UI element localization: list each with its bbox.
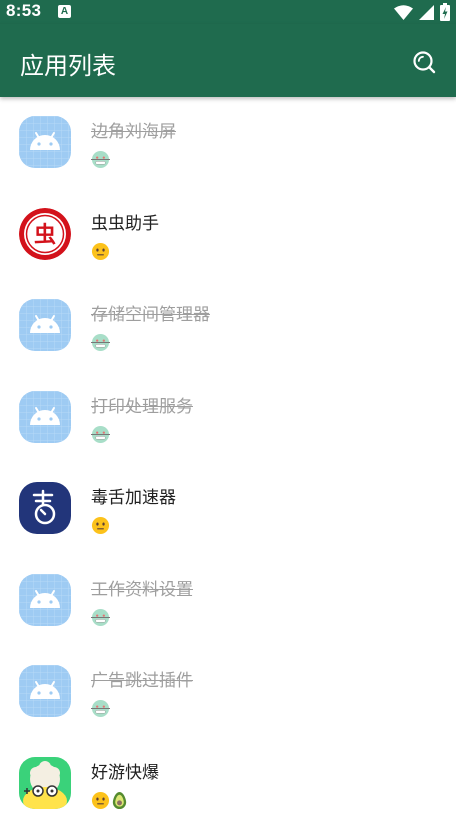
app-list: 边角刘海屏 虫 虫虫助手 存储空间管理器 打印处理服务: [0, 97, 456, 829]
svg-text:虫: 虫: [34, 222, 56, 248]
app-list-item[interactable]: 存储空间管理器: [0, 280, 456, 372]
app-list-item[interactable]: 广告跳过插件: [0, 646, 456, 738]
app-list-item[interactable]: 边角刘海屏: [0, 97, 456, 189]
status-time: 8:53: [6, 1, 41, 21]
disabled-face-icon: [91, 332, 110, 352]
app-name: 广告跳过插件: [91, 666, 193, 691]
chongchong-icon: 虫: [19, 208, 71, 260]
app-name: 存储空间管理器: [91, 300, 210, 325]
app-list-item[interactable]: 毒舌加速器: [0, 463, 456, 555]
app-list-item[interactable]: 工作资料设置: [0, 555, 456, 647]
neutral-face-icon: [91, 241, 110, 261]
neutral-face-avocado-icon: [91, 790, 129, 810]
haoyou-icon: [19, 757, 71, 809]
android-icon: [19, 391, 71, 443]
app-name: 毒舌加速器: [91, 483, 176, 508]
app-name: 工作资料设置: [91, 575, 193, 600]
app-bar: 应用列表: [0, 24, 456, 97]
android-icon: [19, 574, 71, 626]
status-icons: [394, 2, 450, 22]
search-icon: [412, 50, 436, 74]
app-list-item[interactable]: 打印处理服务: [0, 372, 456, 464]
disabled-face-icon: [91, 607, 110, 627]
dushe-icon: [19, 482, 71, 534]
android-icon: [19, 299, 71, 351]
app-list-item[interactable]: 虫 虫虫助手: [0, 189, 456, 281]
battery-charging-icon: [440, 3, 450, 21]
app-name: 打印处理服务: [91, 392, 193, 417]
status-bar: 8:53 A: [0, 0, 456, 24]
disabled-face-icon: [91, 424, 110, 444]
app-name: 虫虫助手: [91, 209, 159, 234]
app-list-item[interactable]: 好游快爆: [0, 738, 456, 829]
a-notification-icon: A: [58, 5, 71, 18]
page-title: 应用列表: [20, 46, 116, 81]
search-button[interactable]: [406, 44, 442, 80]
android-icon: [19, 665, 71, 717]
app-name: 边角刘海屏: [91, 117, 176, 142]
neutral-face-icon: [91, 515, 110, 535]
disabled-face-icon: [91, 698, 110, 718]
signal-icon: [419, 5, 434, 20]
android-icon: [19, 116, 71, 168]
wifi-icon: [394, 5, 413, 20]
app-name: 好游快爆: [91, 758, 159, 783]
disabled-face-icon: [91, 149, 110, 169]
